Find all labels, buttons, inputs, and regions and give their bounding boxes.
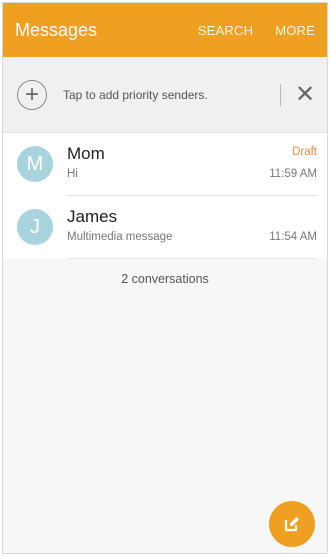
conversation-body: James Multimedia message 11:54 AM [67, 196, 317, 258]
draft-badge: Draft [292, 146, 317, 158]
message-snippet: Multimedia message [67, 231, 173, 243]
conversation-item-mom[interactable]: M Mom Hi Draft 11:59 AM [3, 133, 327, 195]
search-button[interactable]: SEARCH [198, 23, 253, 38]
message-time: 11:54 AM [269, 231, 317, 243]
message-time: 11:59 AM [269, 168, 317, 180]
app-title: Messages [15, 19, 98, 40]
divider [280, 83, 281, 106]
app-bar: Messages SEARCH MORE [3, 3, 327, 57]
contact-name: James [67, 207, 118, 226]
close-icon[interactable]: ✕ [295, 82, 315, 107]
compose-icon [284, 517, 299, 532]
messages-screen: Messages SEARCH MORE + Tap to add priori… [2, 2, 328, 554]
conversation-body: Mom Hi Draft 11:59 AM [67, 133, 317, 195]
contact-name: Mom [67, 144, 105, 163]
priority-senders-prompt[interactable]: Tap to add priority senders. [63, 88, 280, 102]
more-button[interactable]: MORE [275, 23, 315, 38]
compose-button[interactable] [269, 501, 315, 547]
plus-icon[interactable]: + [17, 79, 47, 110]
priority-senders-bar[interactable]: + Tap to add priority senders. ✕ [3, 57, 327, 133]
avatar[interactable]: J [17, 209, 53, 245]
conversation-item-james[interactable]: J James Multimedia message 11:54 AM [3, 196, 327, 258]
message-snippet: Hi [67, 168, 78, 180]
conversation-list: M Mom Hi Draft 11:59 AM J James Multimed… [3, 133, 327, 259]
conversation-count: 2 conversations [3, 259, 327, 299]
avatar[interactable]: M [17, 146, 53, 182]
